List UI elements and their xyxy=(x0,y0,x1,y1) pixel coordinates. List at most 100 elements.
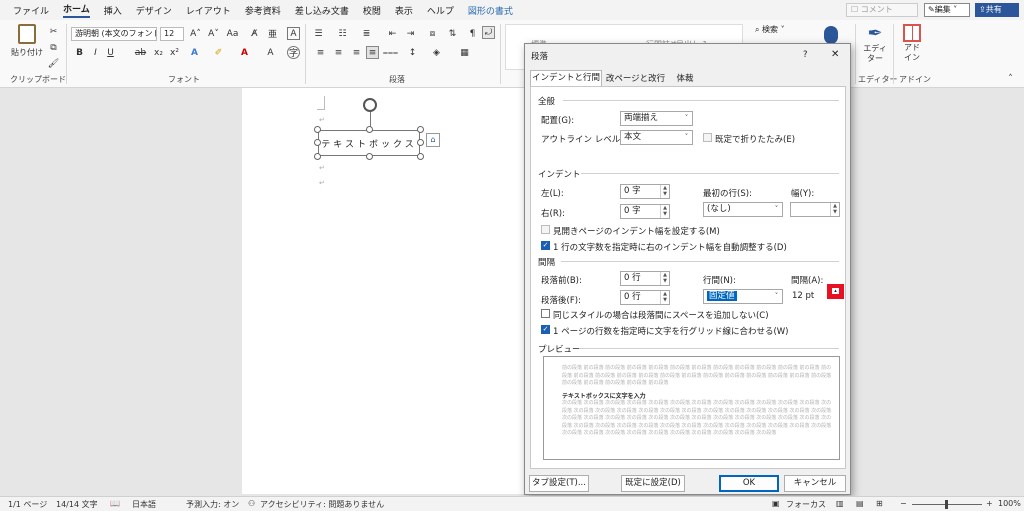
outline-level-select[interactable]: 本文 ˅ xyxy=(620,130,693,145)
font-color-icon[interactable]: A xyxy=(238,46,251,59)
tabs-button[interactable]: タブ設定(T)... xyxy=(529,475,589,492)
editor-button[interactable]: ✒ エディ ター xyxy=(860,24,890,64)
snap-grid-checkbox[interactable]: ✓ xyxy=(541,325,550,334)
tab-help[interactable]: ヘルプ xyxy=(427,4,454,17)
tab-asian-typography[interactable]: 体裁 xyxy=(670,72,700,87)
zoom-slider-thumb[interactable] xyxy=(945,500,948,509)
indent-right-spinner[interactable]: 0 字 ▲ ▼ xyxy=(620,204,670,219)
search-button[interactable]: ⌕ 検索 ˅ xyxy=(755,24,785,35)
grow-font-icon[interactable]: A˄ xyxy=(189,27,202,40)
tab-design[interactable]: デザイン xyxy=(136,4,172,17)
tab-insert[interactable]: 挿入 xyxy=(104,4,122,17)
copy-icon[interactable]: ⧉ xyxy=(47,41,60,54)
clear-format-icon[interactable]: A̸ xyxy=(248,27,261,40)
distributed-icon[interactable]: ⩶ xyxy=(383,46,398,59)
addin-button[interactable]: アド イン xyxy=(897,24,927,63)
document-page[interactable]: テキストボックス ⌂ ↵ ↵ ↵ xyxy=(242,88,524,494)
read-mode-icon[interactable]: ▥ xyxy=(836,499,844,508)
align-right-icon[interactable]: ≡ xyxy=(350,46,363,59)
resize-handle[interactable] xyxy=(417,126,424,133)
tab-line-page-breaks[interactable]: 改ページと改行 xyxy=(603,72,668,87)
focus-mode[interactable]: フォーカス xyxy=(786,499,826,510)
char-shading-icon[interactable]: A xyxy=(264,46,277,59)
language[interactable]: 日本語 xyxy=(132,499,156,510)
font-size-combo[interactable]: 12 xyxy=(160,27,184,41)
strikethrough-icon[interactable]: ab xyxy=(134,46,147,59)
ok-button[interactable]: OK xyxy=(719,475,779,492)
comment-button[interactable]: ☐ コメント xyxy=(846,3,918,17)
bullets-icon[interactable]: ☰ xyxy=(312,27,325,40)
align-center-icon[interactable]: ≡ xyxy=(332,46,345,59)
spin-arrows-icon[interactable]: ▲ ▼ xyxy=(660,291,669,304)
asian-layout-icon[interactable]: ⧈ xyxy=(426,27,439,40)
edit-mode-button[interactable]: ✎編集 ˅ xyxy=(924,3,970,17)
word-count[interactable]: 14/14 文字 xyxy=(56,499,98,510)
phonetic-icon[interactable]: 亜 xyxy=(266,27,279,40)
paste-button[interactable]: 貼り付け xyxy=(10,24,44,58)
collapsed-checkbox[interactable] xyxy=(703,133,712,142)
spacing-at-input[interactable]: 12 pt xyxy=(788,289,824,304)
indent-left-spinner[interactable]: 0 字 ▲ ▼ xyxy=(620,184,670,199)
web-layout-icon[interactable]: ⊞ xyxy=(876,499,883,508)
spin-arrows-icon[interactable]: ▲ ▼ xyxy=(660,185,669,198)
bold-icon[interactable]: B xyxy=(73,46,86,59)
spacing-before-spinner[interactable]: 0 行 ▲ ▼ xyxy=(620,271,670,286)
resize-handle[interactable] xyxy=(314,153,321,160)
zoom-level[interactable]: 100% xyxy=(998,499,1021,508)
shrink-font-icon[interactable]: A˅ xyxy=(207,27,220,40)
proofing-icon[interactable]: 📖 xyxy=(110,499,120,508)
spin-arrow-icon[interactable]: ▴ xyxy=(832,288,839,294)
share-button[interactable]: ⇪共有 xyxy=(975,3,1019,17)
spin-arrows-icon[interactable]: ▲ ▼ xyxy=(660,272,669,285)
superscript-icon[interactable]: x² xyxy=(168,46,181,59)
text-effects-icon[interactable]: A xyxy=(188,46,201,59)
collapse-ribbon-icon[interactable]: ˄ xyxy=(1004,72,1017,85)
zoom-out-icon[interactable]: − xyxy=(900,499,907,508)
resize-handle[interactable] xyxy=(314,126,321,133)
show-marks-icon[interactable]: ¶ xyxy=(466,27,479,40)
shading-icon[interactable]: ◈ xyxy=(430,46,443,59)
tab-home[interactable]: ホーム xyxy=(63,2,90,18)
rotate-handle-icon[interactable] xyxy=(363,98,377,112)
multilevel-list-icon[interactable]: ≣ xyxy=(360,27,373,40)
change-case-icon[interactable]: Aa xyxy=(226,27,239,40)
font-name-combo[interactable]: 游明朝 (本文のフォント xyxy=(71,27,157,41)
tab-layout[interactable]: レイアウト xyxy=(186,4,231,17)
resize-handle[interactable] xyxy=(314,139,321,146)
indent-width-spinner[interactable]: ▲ ▼ xyxy=(790,202,840,217)
no-space-checkbox[interactable] xyxy=(541,309,550,318)
spacing-after-spinner[interactable]: 0 行 ▲ ▼ xyxy=(620,290,670,305)
alignment-select[interactable]: 両端揃え ˅ xyxy=(620,111,693,126)
layout-options-icon[interactable]: ⌂ xyxy=(426,133,440,147)
tab-file[interactable]: ファイル xyxy=(13,4,49,17)
page-count[interactable]: 1/1 ページ xyxy=(8,499,47,510)
sort-icon[interactable]: ⇅ xyxy=(446,27,459,40)
help-button[interactable]: ? xyxy=(803,50,808,60)
resize-handle[interactable] xyxy=(366,126,373,133)
decrease-indent-icon[interactable]: ⇤ xyxy=(386,27,399,40)
line-spacing-icon[interactable]: ↕ xyxy=(406,46,419,59)
resize-handle[interactable] xyxy=(366,153,373,160)
text-direction-icon[interactable]: ⤾ xyxy=(482,26,495,39)
auto-adjust-checkbox[interactable]: ✓ xyxy=(541,241,550,250)
spin-arrows-icon[interactable]: ▲ ▼ xyxy=(660,205,669,218)
cancel-button[interactable]: キャンセル xyxy=(784,475,846,492)
borders-icon[interactable]: ▦ xyxy=(458,46,471,59)
numbering-icon[interactable]: ☷ xyxy=(336,27,349,40)
tab-mailings[interactable]: 差し込み文書 xyxy=(295,4,349,17)
cut-icon[interactable]: ✂ xyxy=(47,25,60,38)
tab-references[interactable]: 参考資料 xyxy=(245,4,281,17)
zoom-in-icon[interactable]: + xyxy=(986,499,993,508)
justify-icon[interactable]: ≡ xyxy=(366,46,379,59)
mirror-indents-checkbox[interactable] xyxy=(541,225,550,234)
resize-handle[interactable] xyxy=(417,139,424,146)
enclosed-char-icon[interactable]: 字 xyxy=(287,46,300,59)
first-line-select[interactable]: (なし) ˅ xyxy=(703,202,783,217)
char-border-icon[interactable]: A xyxy=(287,27,300,40)
text-prediction[interactable]: 予測入力: オン xyxy=(186,499,239,510)
tab-view[interactable]: 表示 xyxy=(395,4,413,17)
tab-review[interactable]: 校閲 xyxy=(363,4,381,17)
resize-handle[interactable] xyxy=(417,153,424,160)
accessibility-status[interactable]: アクセシビリティ: 問題ありません xyxy=(260,499,384,510)
align-left-icon[interactable]: ≡ xyxy=(314,46,327,59)
